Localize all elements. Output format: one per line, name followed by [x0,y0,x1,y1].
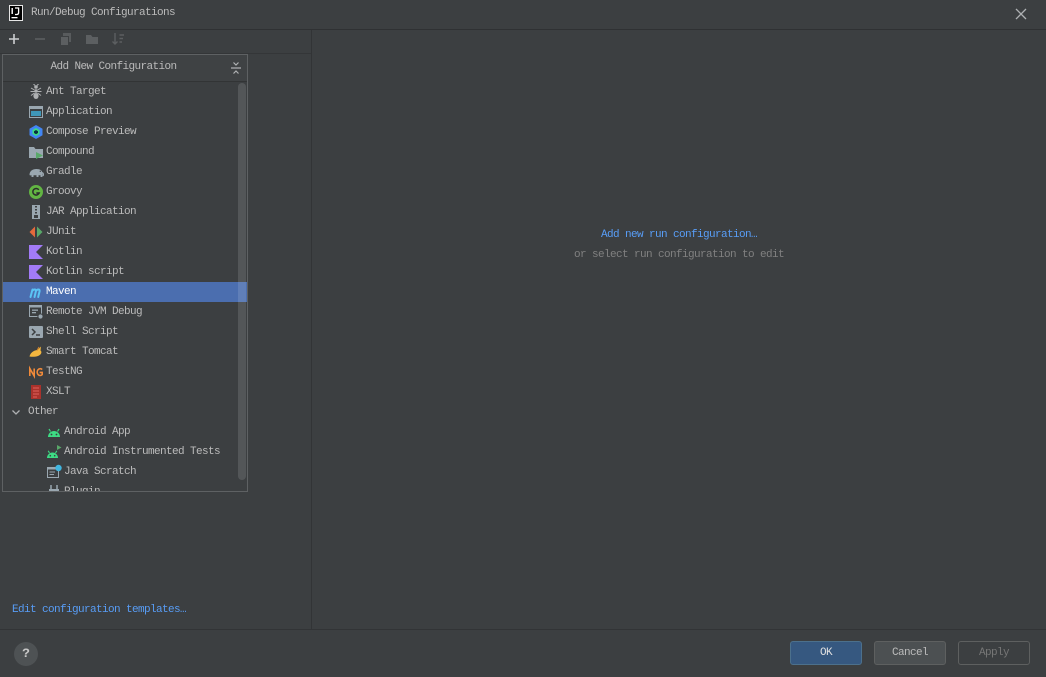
java-scratch-icon [46,464,62,480]
android-icon [46,424,62,440]
application-icon [28,104,44,120]
java-scratch-label: Java Scratch [64,466,137,478]
shell-script-label: Shell Script [46,326,119,338]
sort-icon [111,32,125,50]
ant-target-label: Ant Target [46,86,107,98]
help-icon[interactable]: ? [14,642,38,666]
gradle-label: Gradle [46,166,83,178]
footer-separator [0,629,1046,630]
kotlin-script-label: Kotlin script [46,266,125,278]
copy-configuration-button[interactable] [58,33,74,49]
plus-icon [8,33,20,49]
maven-icon [28,284,44,300]
minus-icon [34,33,46,49]
configuration-type-list: Ant Target Application Compose Preview C… [3,82,247,492]
apply-button[interactable]: Apply [958,641,1030,665]
xslt-label: XSLT [46,386,71,398]
jar-icon [28,204,44,220]
popup-header: Add New Configuration [3,55,247,82]
android-instrumented-tests-label: Android Instrumented Tests [64,446,221,458]
config-type-application[interactable]: Application [3,102,247,122]
add-configuration-button[interactable] [6,33,22,49]
compound-icon [28,144,44,160]
config-type-groovy[interactable]: Groovy [3,182,247,202]
config-type-java-scratch[interactable]: Java Scratch [3,462,247,482]
android-app-label: Android App [64,426,131,438]
folder-icon [85,32,99,50]
sort-configurations-button[interactable] [110,33,126,49]
config-type-xslt[interactable]: XSLT [3,382,247,402]
title-bar: Run/Debug Configurations [0,0,1046,30]
testng-icon [28,364,44,380]
config-type-compose-preview[interactable]: Compose Preview [3,122,247,142]
compound-label: Compound [46,146,95,158]
xslt-icon [28,384,44,400]
compose-preview-label: Compose Preview [46,126,137,138]
config-type-ant-target[interactable]: Ant Target [3,82,247,102]
popup-title: Add New Configuration [50,61,177,73]
add-new-configuration-popup: Add New Configuration Ant Target Applica… [2,54,248,492]
cancel-button[interactable]: Cancel [874,641,946,665]
smart-tomcat-label: Smart Tomcat [46,346,119,358]
window-title: Run/Debug Configurations [31,7,176,19]
copy-icon [59,32,73,50]
add-new-run-configuration-link[interactable]: Add new run configuration… [312,228,1046,242]
jar-application-label: JAR Application [46,206,137,218]
select-configuration-hint: or select run configuration to edit [573,249,785,261]
config-type-gradle[interactable]: Gradle [3,162,247,182]
chevron-down-icon[interactable] [10,406,22,418]
config-type-android-instrumented-tests[interactable]: Android Instrumented Tests [3,442,247,462]
group-other[interactable]: Other [3,402,247,422]
intellij-idea-icon [9,5,23,21]
move-to-folder-button[interactable] [84,33,100,49]
ant-icon [28,83,44,100]
config-type-jar-application[interactable]: JAR Application [3,202,247,222]
tomcat-icon [28,344,44,360]
remove-configuration-button[interactable] [32,33,48,49]
close-icon[interactable] [1015,8,1027,20]
compose-preview-icon [28,124,44,140]
configuration-editor-panel: Add new run configuration… or select run… [312,30,1046,629]
android-tests-icon [46,444,62,460]
maven-label: Maven [46,286,77,298]
config-type-shell-script[interactable]: Shell Script [3,322,247,342]
group-other-label: Other [28,406,59,418]
kotlin-label: Kotlin [46,246,83,258]
kotlin-icon [28,244,44,260]
config-type-kotlin[interactable]: Kotlin [3,242,247,262]
application-label: Application [46,106,113,118]
testng-label: TestNG [46,366,83,378]
config-type-junit[interactable]: JUnit [3,222,247,242]
plugin-label: Plugin [64,486,101,492]
junit-icon [28,224,44,240]
config-type-android-app[interactable]: Android App [3,422,247,442]
kotlin-script-icon [28,264,44,280]
gradle-icon [28,164,44,180]
ok-button[interactable]: OK [790,641,862,665]
config-type-plugin[interactable]: Plugin [3,482,247,492]
collapse-all-icon[interactable] [230,61,242,75]
config-type-remote-jvm-debug[interactable]: Remote JVM Debug [3,302,247,322]
remote-jvm-debug-label: Remote JVM Debug [46,306,143,318]
plugin-icon [46,484,62,491]
config-type-smart-tomcat[interactable]: Smart Tomcat [3,342,247,362]
groovy-icon [28,184,44,200]
junit-label: JUnit [46,226,77,238]
config-type-maven[interactable]: Maven [3,282,247,302]
shell-script-icon [28,324,44,340]
config-type-kotlin-script[interactable]: Kotlin script [3,262,247,282]
groovy-label: Groovy [46,186,83,198]
edit-configuration-templates-link[interactable]: Edit configuration templates… [12,603,187,617]
popup-scrollbar[interactable] [238,83,246,480]
config-type-compound[interactable]: Compound [3,142,247,162]
remote-debug-icon [28,304,44,320]
config-type-testng[interactable]: TestNG [3,362,247,382]
